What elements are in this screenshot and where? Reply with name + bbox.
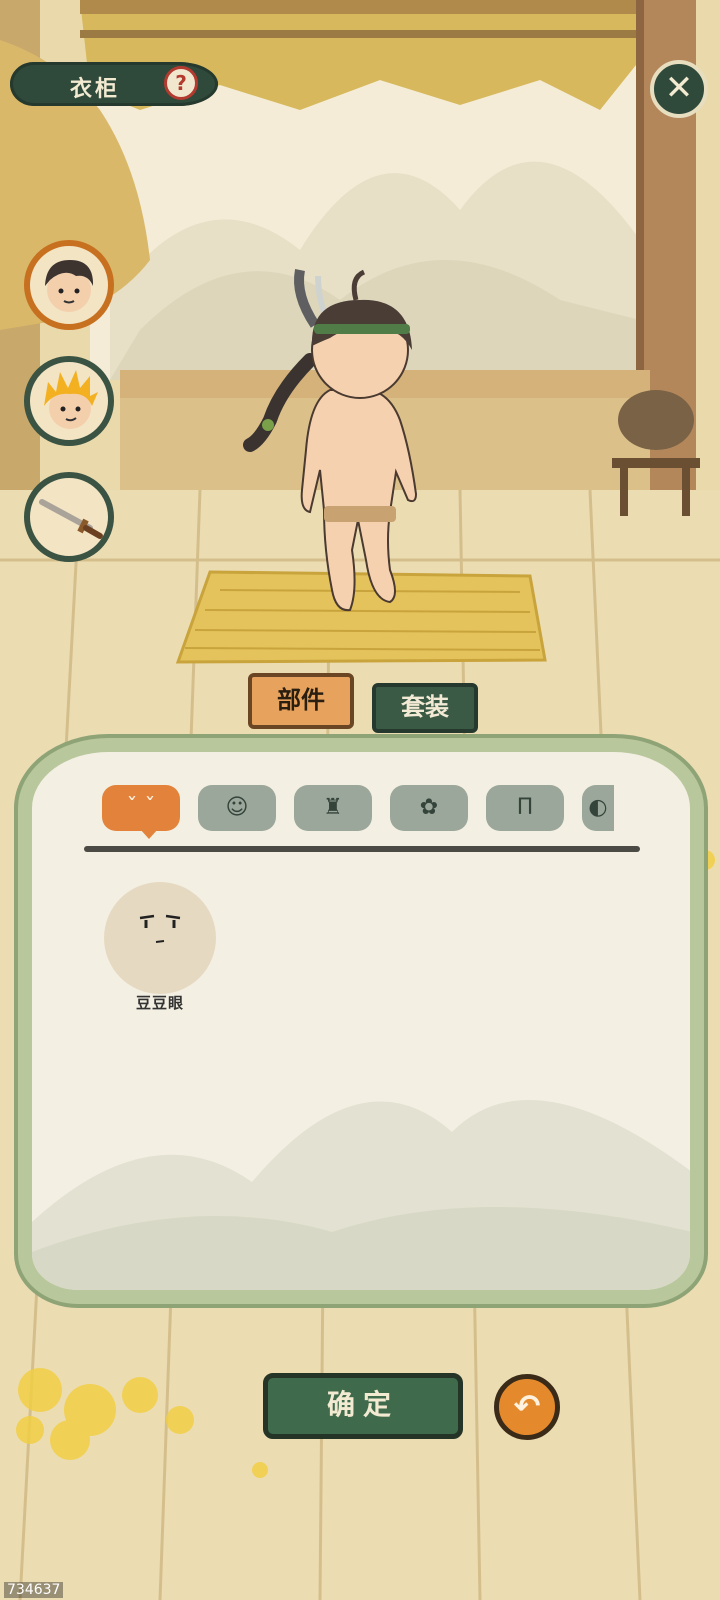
close-button[interactable]: ✕ xyxy=(650,60,708,118)
category-tab-face[interactable]: ˇ ˇ xyxy=(102,785,180,831)
clothes-icon: ♜ xyxy=(323,795,343,820)
category-tab-hair[interactable]: ☺ xyxy=(198,785,276,831)
pants-icon: Π xyxy=(516,795,534,820)
category-divider xyxy=(84,846,640,852)
tab-parts[interactable]: 部件 xyxy=(248,673,354,729)
character-portrait-button-2[interactable] xyxy=(24,356,114,446)
hair-icon: ☺ xyxy=(225,795,249,820)
wardrobe-screen: 衣柜 ? ✕ 部件 套装 ˇ ˇ ☺ ♜ ✿ Π ◐ 豆豆眼 确定 ↶ 7346… xyxy=(0,0,720,1600)
tab-sets[interactable]: 套装 xyxy=(372,683,478,733)
portrait-dark-hair-icon xyxy=(45,260,94,312)
face-icon: ˇ ˇ xyxy=(126,795,156,820)
close-icon: ✕ xyxy=(664,68,694,108)
weapon-sword-button[interactable] xyxy=(24,472,114,562)
category-tab-pants[interactable]: Π xyxy=(486,785,564,831)
question-mark-icon[interactable]: ? xyxy=(164,66,198,100)
item-bean-eyes[interactable] xyxy=(104,882,216,994)
watermark-id: 734637 xyxy=(4,1582,64,1598)
character-preview[interactable] xyxy=(240,250,460,630)
category-pointer xyxy=(140,829,158,839)
character-portrait-button-1[interactable] xyxy=(24,240,114,330)
confirm-button[interactable]: 确定 xyxy=(263,1373,463,1439)
bean-eyes-face-icon xyxy=(139,914,181,943)
category-tab-more[interactable]: ◐ xyxy=(582,785,614,831)
category-tab-clothes[interactable]: ♜ xyxy=(294,785,372,831)
undo-button[interactable]: ↶ xyxy=(494,1374,560,1440)
panel-mountain-decoration xyxy=(32,1100,690,1290)
undo-arrow-icon: ↶ xyxy=(513,1387,541,1425)
item-label: 豆豆眼 xyxy=(135,994,184,1012)
portrait-golden-hair-icon xyxy=(44,370,98,429)
flower-accessory-icon: ✿ xyxy=(419,795,439,820)
page-title: 衣柜 xyxy=(70,77,121,102)
sword-icon xyxy=(39,499,103,539)
category-tab-accessory[interactable]: ✿ xyxy=(390,785,468,831)
more-category-icon: ◐ xyxy=(588,795,608,820)
